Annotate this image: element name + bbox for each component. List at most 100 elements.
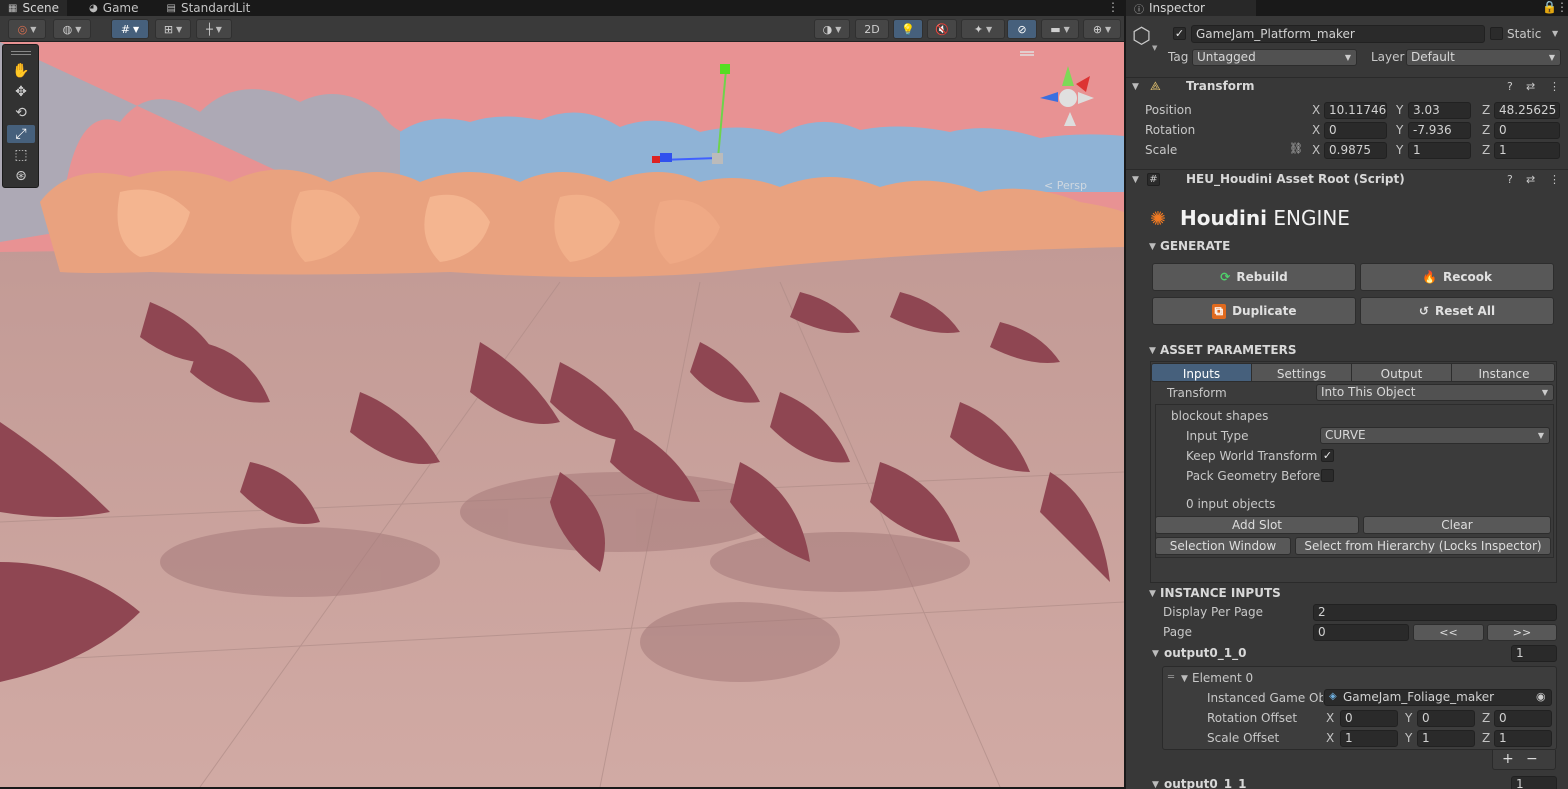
tab-instance[interactable]: Instance: [1452, 364, 1554, 381]
rotation-y-field[interactable]: -7.936: [1408, 122, 1471, 139]
add-element-button[interactable]: +: [1502, 751, 1514, 767]
render-mode-dropdown[interactable]: ◍ ▼: [53, 19, 91, 39]
remove-element-button[interactable]: −: [1526, 751, 1538, 767]
rebuild-button[interactable]: ⟳ Rebuild: [1152, 263, 1356, 291]
component-menu-icon[interactable]: ⋮: [1549, 80, 1560, 93]
axis-x-label: X: [1312, 143, 1321, 157]
tab-output[interactable]: Output: [1352, 364, 1452, 381]
lock-icon[interactable]: 🔒: [1542, 1, 1557, 13]
add-slot-button[interactable]: Add Slot: [1155, 516, 1359, 534]
shading-mode-dropdown[interactable]: ◑ ▼: [814, 19, 850, 39]
object-name-field[interactable]: GameJam_Platform_maker: [1191, 25, 1485, 43]
next-page-button[interactable]: >>: [1487, 624, 1557, 641]
scale-tool-icon[interactable]: ⤢: [7, 125, 35, 143]
selection-window-button[interactable]: Selection Window: [1155, 537, 1291, 555]
position-x-field[interactable]: 10.11746: [1324, 102, 1387, 119]
draw-mode-dropdown[interactable]: ◎ ▼: [8, 19, 46, 39]
toggle-2d-button[interactable]: 2D: [855, 19, 889, 39]
output-b-count-field[interactable]: 1: [1511, 776, 1557, 789]
audio-toggle[interactable]: 🔇: [927, 19, 957, 39]
scale-offset-x-field[interactable]: 1: [1340, 730, 1398, 747]
generate-label: GENERATE: [1160, 239, 1231, 253]
camera-dropdown[interactable]: ▬ ▼: [1041, 19, 1079, 39]
element-foldout-icon[interactable]: ▼: [1181, 674, 1188, 684]
link-icon[interactable]: ⛓: [1289, 142, 1303, 155]
help-icon[interactable]: ?: [1507, 80, 1513, 93]
help-icon[interactable]: ?: [1507, 173, 1513, 186]
output-a-count-field[interactable]: 1: [1511, 645, 1557, 662]
select-hierarchy-button[interactable]: Select from Hierarchy (Locks Inspector): [1295, 537, 1551, 555]
keep-world-checkbox[interactable]: ✓: [1321, 449, 1334, 462]
clear-button[interactable]: Clear: [1363, 516, 1551, 534]
tab-settings[interactable]: Settings: [1252, 364, 1352, 381]
grid-snap-toggle[interactable]: # ▼: [111, 19, 149, 39]
houdini-foldout-icon[interactable]: ▼: [1132, 175, 1139, 185]
component-menu-icon[interactable]: ⋮: [1549, 173, 1560, 186]
pack-geo-checkbox[interactable]: [1321, 469, 1334, 482]
inspector-more-icon[interactable]: ⋮: [1556, 1, 1568, 13]
eye-slash-icon: ⊘: [1017, 22, 1027, 36]
rotation-offset-x-field[interactable]: 0: [1340, 710, 1398, 727]
hidden-objects-toggle[interactable]: ⊘: [1007, 19, 1037, 39]
layer-dropdown[interactable]: Default ▼: [1406, 49, 1561, 66]
rect-tool-icon[interactable]: ⬚: [7, 146, 35, 164]
tag-label: Tag: [1168, 50, 1189, 64]
snap-increment-dropdown[interactable]: ⊞ ▼: [155, 19, 191, 39]
tab-standardlit[interactable]: ▤ StandardLit: [159, 0, 259, 16]
static-checkbox[interactable]: [1490, 27, 1503, 40]
preset-icon[interactable]: ⇄: [1526, 80, 1535, 93]
output-b-foldout-icon[interactable]: ▼: [1152, 780, 1159, 789]
tab-inputs[interactable]: Inputs: [1152, 364, 1252, 381]
hand-tool-icon[interactable]: ✋: [7, 62, 35, 80]
reset-all-button[interactable]: ↺ Reset All: [1360, 297, 1554, 325]
rotation-z-field[interactable]: 0: [1494, 122, 1560, 139]
generate-foldout-icon[interactable]: ▼: [1149, 242, 1156, 252]
input-type-value: CURVE: [1325, 428, 1366, 442]
effects-dropdown[interactable]: ✦ ▼: [961, 19, 1005, 39]
prev-page-button[interactable]: <<: [1413, 624, 1484, 641]
page-field[interactable]: 0: [1313, 624, 1409, 641]
asset-params-foldout-icon[interactable]: ▼: [1149, 346, 1156, 356]
scale-y-field[interactable]: 1: [1408, 142, 1471, 159]
static-dropdown-icon[interactable]: ▼: [1552, 29, 1558, 38]
lighting-toggle[interactable]: 💡: [893, 19, 923, 39]
scale-offset-y-field[interactable]: 1: [1417, 730, 1475, 747]
preset-icon[interactable]: ⇄: [1526, 173, 1535, 186]
rotation-x-field[interactable]: 0: [1324, 122, 1387, 139]
recook-button[interactable]: 🔥 Recook: [1360, 263, 1554, 291]
move-tool-icon[interactable]: ✥: [7, 83, 35, 101]
instance-inputs-foldout-icon[interactable]: ▼: [1149, 589, 1156, 599]
tab-scene[interactable]: ▦ Scene: [0, 0, 68, 16]
layer-label: Layer: [1371, 50, 1405, 64]
display-per-page-label: Display Per Page: [1163, 605, 1264, 619]
transform-tool-icon[interactable]: ⊛: [7, 167, 35, 185]
tag-dropdown[interactable]: Untagged ▼: [1192, 49, 1357, 66]
axis-x-label: X: [1326, 731, 1335, 745]
scene-more-icon[interactable]: ⋮: [1107, 1, 1119, 13]
projection-label[interactable]: < Persp: [1044, 179, 1087, 192]
instanced-object-field[interactable]: GameJam_Foliage_maker: [1324, 689, 1552, 706]
input-type-dropdown[interactable]: CURVE ▼: [1320, 427, 1550, 444]
output-a-foldout-icon[interactable]: ▼: [1152, 649, 1159, 659]
scale-offset-z-field[interactable]: 1: [1494, 730, 1552, 747]
scale-x-field[interactable]: 0.9875: [1324, 142, 1387, 159]
duplicate-button[interactable]: ⧉ Duplicate: [1152, 297, 1356, 325]
ruler-dropdown[interactable]: ┼ ▼: [196, 19, 232, 39]
scene-viewport[interactable]: < Persp: [0, 42, 1124, 787]
tab-inspector[interactable]: ⓘ Inspector: [1126, 0, 1256, 16]
rotation-offset-z-field[interactable]: 0: [1494, 710, 1552, 727]
gizmos-dropdown[interactable]: ⊕ ▼: [1083, 19, 1121, 39]
transform-foldout-icon[interactable]: ▼: [1132, 82, 1139, 92]
drag-handle-icon[interactable]: ═: [1168, 672, 1174, 683]
position-y-field[interactable]: 3.03: [1408, 102, 1471, 119]
object-picker-icon[interactable]: ◉: [1536, 690, 1546, 703]
rotate-tool-icon[interactable]: ⟲: [7, 104, 35, 122]
active-checkbox[interactable]: ✓: [1173, 27, 1186, 40]
transform-param-dropdown[interactable]: Into This Object ▼: [1316, 384, 1554, 401]
rotation-offset-y-field[interactable]: 0: [1417, 710, 1475, 727]
object-icon-dropdown[interactable]: ▼: [1152, 44, 1157, 52]
position-z-field[interactable]: 48.25625: [1494, 102, 1560, 119]
scale-z-field[interactable]: 1: [1494, 142, 1560, 159]
tab-game[interactable]: ◕ Game: [81, 0, 146, 16]
display-per-page-field[interactable]: 2: [1313, 604, 1557, 621]
